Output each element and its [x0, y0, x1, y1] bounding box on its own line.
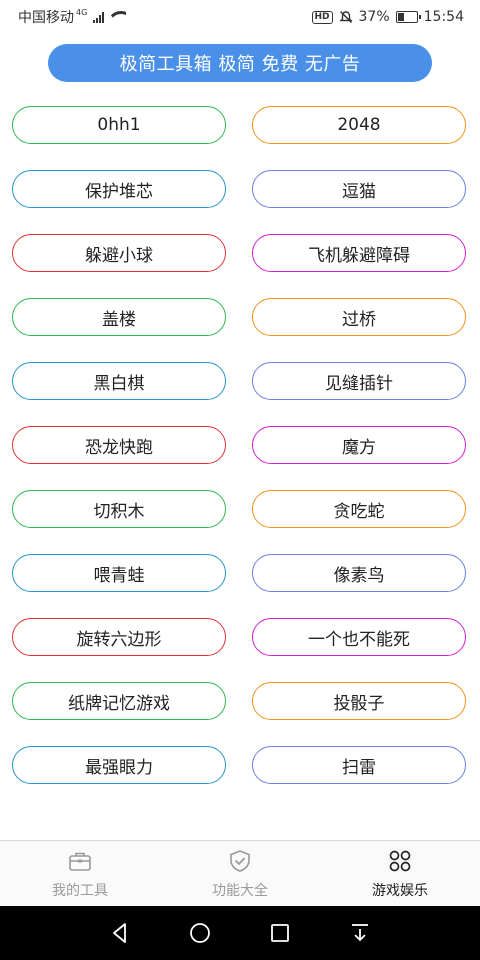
nav-label-my-tools: 我的工具 [52, 882, 108, 899]
nav-label-games: 游戏娱乐 [372, 882, 428, 899]
game-button[interactable]: 像素鸟 [252, 554, 466, 592]
app-banner: 极简工具箱 极简 免费 无广告 [48, 44, 432, 82]
game-grid: 0hh1 2048 保护堆芯 逗猫 躲避小球 飞机躲避障碍 盖楼 过桥 黑白棋 见缝插针 恐龙快跑魔… [12, 106, 468, 784]
game-button[interactable]: 躲避小球 [12, 234, 226, 272]
nav-tab-my-tools[interactable]: 我的工具 [0, 841, 160, 906]
nav-tab-features[interactable]: 功能大全 [160, 841, 320, 906]
shield-check-icon [230, 849, 250, 872]
nav-label-features: 功能大全 [212, 882, 268, 899]
grid-icon [389, 850, 411, 871]
game-button[interactable]: 魔方 [252, 426, 466, 464]
briefcase-icon [69, 852, 91, 871]
battery-percent: 37% [358, 9, 390, 25]
status-bar: 中国移动 4G HD 37% 15:54 [0, 0, 480, 34]
notification-pull-icon[interactable] [348, 921, 372, 945]
back-icon[interactable] [108, 921, 132, 945]
game-button[interactable]: 黑白棋 [12, 362, 226, 400]
game-button[interactable]: 飞机躲避障碍 [252, 234, 466, 272]
recents-icon[interactable] [268, 921, 292, 945]
clock: 15:54 [423, 9, 464, 25]
game-button[interactable]: 切积木 [12, 490, 226, 528]
carrier-label: 中国移动 [18, 10, 74, 26]
game-button[interactable]: 一个也不能死 [252, 618, 466, 656]
battery-icon [395, 11, 421, 23]
network-type: 4G [76, 7, 88, 17]
game-button[interactable]: 扫雷 [252, 746, 466, 784]
game-button[interactable]: 盖楼 [12, 298, 226, 336]
game-button[interactable]: 最强眼力 [12, 746, 226, 784]
game-button[interactable]: 保护堆芯 [12, 170, 226, 208]
signal-icon [93, 11, 105, 23]
game-button[interactable]: 旋转六边形 [12, 618, 226, 656]
game-button[interactable]: 过桥 [252, 298, 466, 336]
nav-tab-games[interactable]: 游戏娱乐 [320, 841, 480, 906]
wifi-icon [110, 11, 126, 23]
game-button[interactable]: 贪吃蛇 [252, 490, 466, 528]
game-button[interactable]: 0hh1 [12, 106, 226, 144]
hd-icon: HD [311, 10, 333, 24]
game-button[interactable]: 逗猫 [252, 170, 466, 208]
home-icon[interactable] [188, 921, 212, 945]
system-nav-bar [0, 906, 480, 960]
game-button[interactable]: 投骰子 [252, 682, 466, 720]
game-button[interactable]: 纸牌记忆游戏 [12, 682, 226, 720]
bottom-nav: 我的工具 功能大全 游戏娱乐 [0, 840, 480, 906]
game-button[interactable]: 喂青蛙 [12, 554, 226, 592]
game-button[interactable]: 恐龙快跑 [12, 426, 226, 464]
mute-bell-icon [338, 11, 353, 23]
game-button[interactable]: 2048 [252, 106, 466, 144]
game-button[interactable]: 见缝插针 [252, 362, 466, 400]
